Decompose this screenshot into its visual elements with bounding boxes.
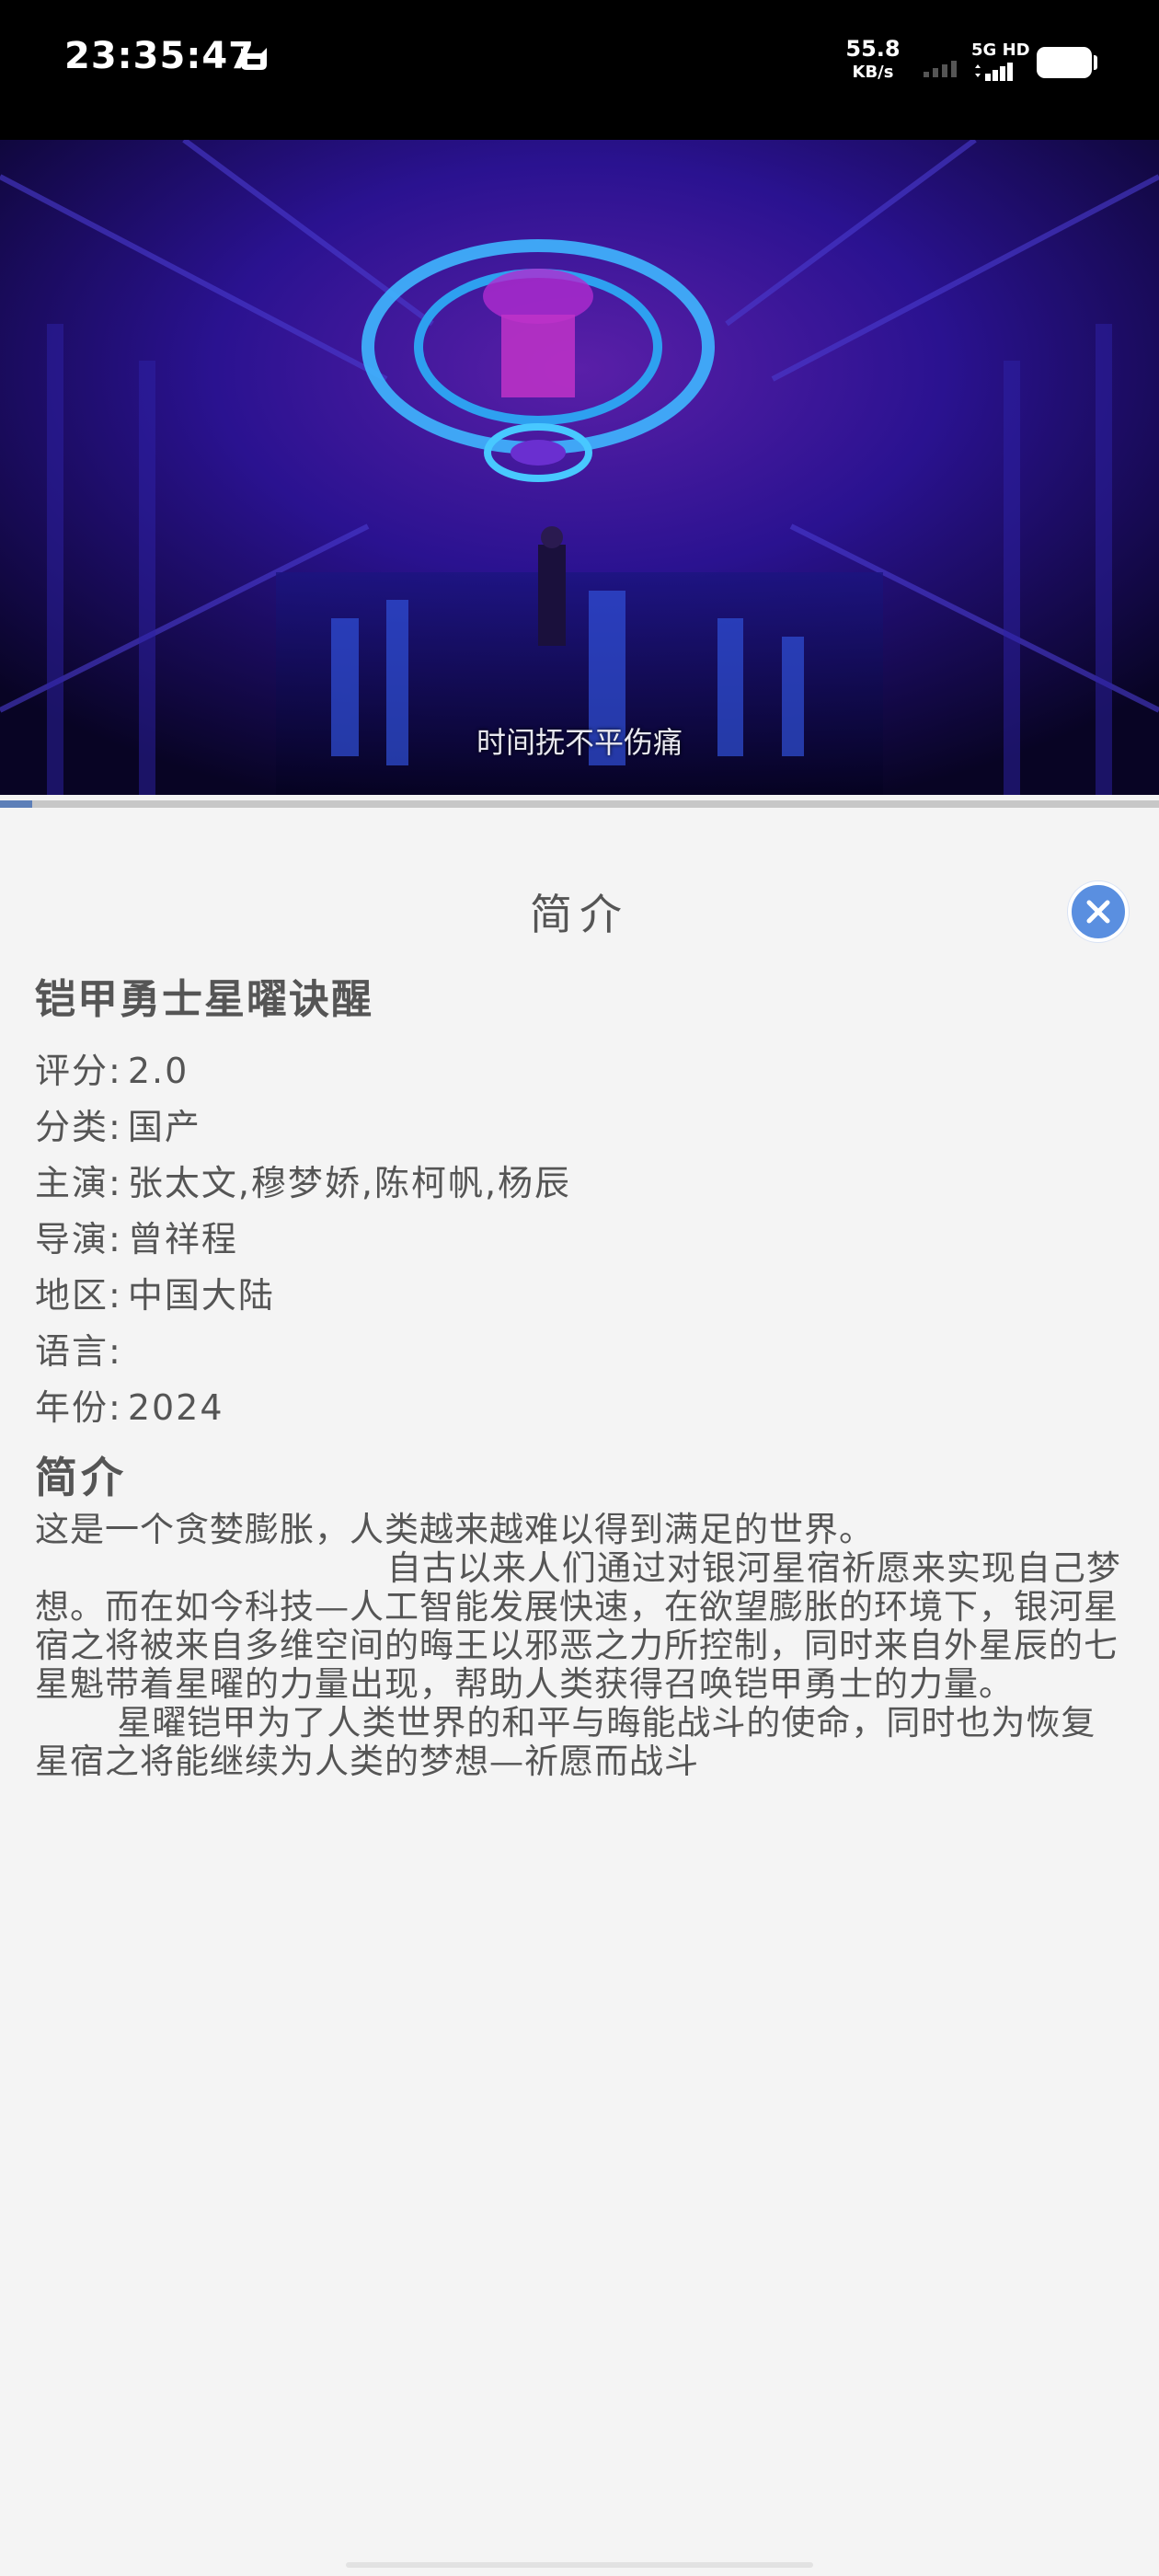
signal-strength-icon: [924, 61, 957, 77]
network-type: 5G HD: [971, 40, 1030, 60]
year-label: 年份:: [35, 1387, 122, 1428]
category-label: 分类:: [35, 1107, 122, 1147]
app-notification-icon: [241, 48, 267, 70]
panel-title: 简介: [530, 890, 629, 939]
language-label: 语言:: [35, 1331, 122, 1372]
synopsis-text: 这是一个贪婪膨胀，人类越来越难以得到满足的世界。 自古以来人们通过对银河星宿祈愿…: [35, 1510, 1121, 1781]
rating-label: 评分:: [35, 1051, 122, 1091]
video-player[interactable]: 时间抚不平伤痛: [0, 140, 1159, 795]
close-button[interactable]: [1068, 881, 1129, 942]
battery-icon: [1037, 47, 1092, 78]
video-subtitle: 时间抚不平伤痛: [476, 725, 683, 760]
rating-row: 评分: 2.0: [35, 1042, 189, 1093]
region-row: 地区: 中国大陆: [35, 1267, 275, 1317]
clock: 23:35:47: [64, 35, 255, 77]
battery-tip: [1094, 55, 1097, 70]
category-row: 分类: 国产: [35, 1098, 201, 1149]
video-progress-fill: [0, 800, 33, 808]
director-label: 导演:: [35, 1219, 122, 1259]
home-indicator[interactable]: [346, 2562, 813, 2568]
cast-value: 张太文,穆梦娇,陈柯帆,杨辰: [127, 1163, 572, 1203]
rating-value: 2.0: [127, 1051, 189, 1091]
region-value: 中国大陆: [127, 1275, 275, 1316]
cast-label: 主演:: [35, 1163, 122, 1203]
language-row: 语言:: [35, 1323, 128, 1374]
cast-row: 主演: 张太文,穆梦娇,陈柯帆,杨辰: [35, 1155, 571, 1205]
video-frame: [0, 140, 1159, 795]
movie-title: 铠甲勇士星曜诀醒: [35, 976, 373, 1023]
director-row: 导演: 曾祥程: [35, 1211, 238, 1261]
close-icon: [1086, 900, 1110, 924]
director-value: 曾祥程: [127, 1219, 238, 1259]
video-progress-bar[interactable]: [0, 800, 1159, 808]
category-value: 国产: [127, 1107, 201, 1147]
region-label: 地区:: [35, 1275, 122, 1316]
synopsis-heading: 简介: [35, 1453, 127, 1502]
signal-5g-icon: [975, 63, 1013, 81]
year-value: 2024: [127, 1387, 224, 1428]
network-speed: 55.8 KB/s: [845, 36, 901, 82]
status-bar: 23:35:47 55.8 KB/s 5G HD: [0, 0, 1159, 140]
year-row: 年份: 2024: [35, 1379, 224, 1430]
